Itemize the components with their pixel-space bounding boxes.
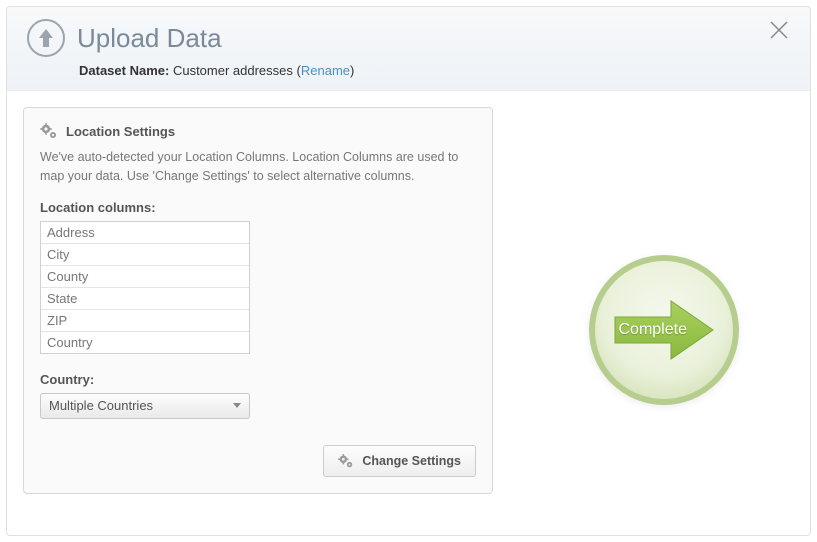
dialog-title: Upload Data [77, 23, 222, 54]
dialog-header: Upload Data Dataset Name: Customer addre… [7, 7, 810, 91]
location-columns-list: Address City County State ZIP Country [40, 221, 250, 354]
change-settings-button[interactable]: Change Settings [323, 445, 476, 477]
change-settings-label: Change Settings [362, 454, 461, 468]
list-item: County [41, 266, 249, 288]
list-item: Address [41, 222, 249, 244]
upload-data-dialog: Upload Data Dataset Name: Customer addre… [6, 6, 811, 536]
location-columns-label: Location columns: [40, 200, 476, 215]
close-button[interactable] [768, 19, 790, 46]
rename-link[interactable]: Rename [301, 63, 350, 78]
list-item: City [41, 244, 249, 266]
panel-title: Location Settings [66, 124, 175, 139]
list-item: State [41, 288, 249, 310]
dataset-name-value: Customer addresses [173, 63, 293, 78]
complete-label: Complete [619, 321, 687, 339]
chevron-down-icon [233, 403, 241, 408]
country-select-value: Multiple Countries [49, 398, 153, 413]
gears-icon [338, 453, 354, 469]
upload-icon [27, 19, 65, 57]
location-settings-panel: Location Settings We've auto-detected yo… [23, 107, 493, 494]
dataset-name-label: Dataset Name: [79, 63, 169, 78]
dataset-name-row: Dataset Name: Customer addresses (Rename… [79, 63, 790, 78]
gears-icon [40, 122, 58, 140]
complete-button[interactable]: Complete [589, 255, 739, 405]
country-select[interactable]: Multiple Countries [40, 393, 250, 419]
country-label: Country: [40, 372, 476, 387]
list-item: Country [41, 332, 249, 353]
list-item: ZIP [41, 310, 249, 332]
panel-description: We've auto-detected your Location Column… [40, 148, 476, 186]
